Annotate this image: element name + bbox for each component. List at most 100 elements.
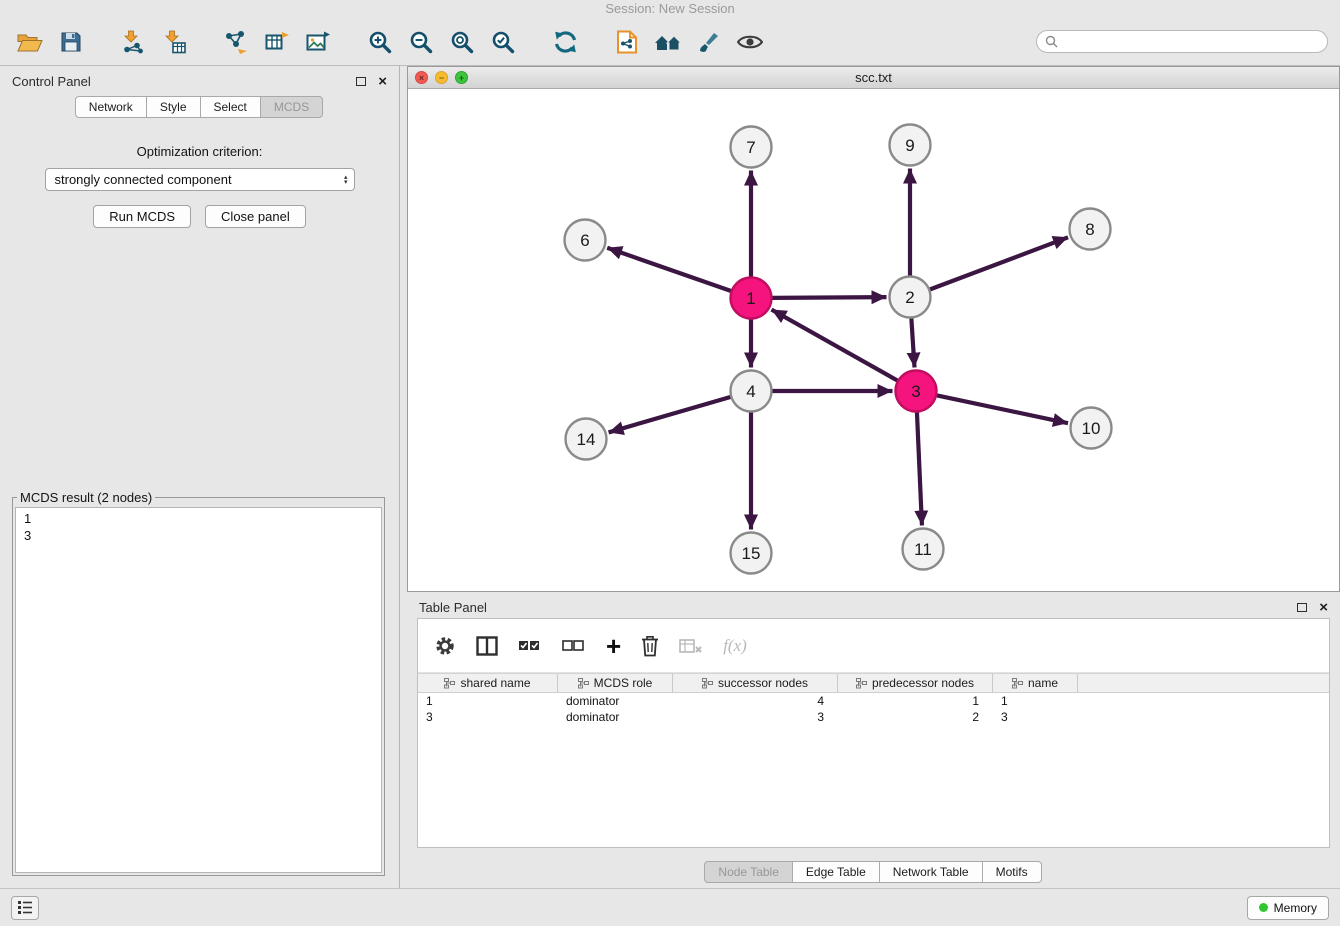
table-cell[interactable]: dominator (558, 694, 673, 708)
toolbar-separator (588, 41, 604, 42)
network-window-title: scc.txt (408, 70, 1339, 85)
zoom-selected-button[interactable] (485, 22, 521, 62)
memory-label: Memory (1274, 901, 1317, 915)
refresh-view-button[interactable] (547, 22, 583, 62)
close-table-panel-icon[interactable]: × (1319, 600, 1328, 615)
graph-edge-4-14[interactable] (609, 397, 731, 432)
table-cell[interactable]: 3 (993, 710, 1078, 724)
mcds-result-box[interactable]: 13 (15, 507, 382, 873)
search-input[interactable] (1063, 35, 1319, 49)
run-mcds-button[interactable]: Run MCDS (93, 205, 191, 228)
table-row[interactable]: 1dominator411 (418, 693, 1329, 709)
table-cell[interactable]: dominator (558, 710, 673, 724)
panel-splitter[interactable] (400, 66, 407, 888)
table-row[interactable]: 3dominator323 (418, 709, 1329, 725)
deselect-all-columns-button[interactable] (562, 637, 586, 655)
column-header-successor-nodes[interactable]: successor nodes (673, 674, 838, 692)
node-label: 7 (746, 138, 755, 157)
window-close-icon[interactable]: × (415, 71, 428, 84)
export-image-button[interactable] (300, 22, 336, 62)
select-all-columns-button[interactable] (518, 637, 542, 655)
graph-node-4[interactable]: 4 (731, 371, 772, 412)
show-columns-button[interactable] (476, 636, 498, 656)
window-zoom-icon[interactable]: + (455, 71, 468, 84)
column-header-shared-name[interactable]: shared name (418, 674, 558, 692)
apply-style-button[interactable] (691, 22, 727, 62)
show-hide-details-button[interactable] (732, 22, 768, 62)
tab-edge-table[interactable]: Edge Table (792, 861, 880, 883)
graph-node-2[interactable]: 2 (890, 277, 931, 318)
zoom-in-button[interactable] (362, 22, 398, 62)
delete-table-button[interactable] (679, 637, 703, 655)
close-panel-icon[interactable]: × (378, 74, 387, 89)
table-cell[interactable]: 2 (838, 710, 993, 724)
tab-mcds[interactable]: MCDS (260, 96, 323, 118)
graph-edge-3-11[interactable] (917, 412, 922, 525)
tab-select[interactable]: Select (200, 96, 261, 118)
window-minimize-icon[interactable]: − (435, 71, 448, 84)
table-settings-button[interactable] (434, 635, 456, 657)
graph-node-8[interactable]: 8 (1070, 209, 1111, 250)
delete-column-button[interactable] (641, 635, 659, 657)
graph-edge-1-2[interactable] (772, 297, 886, 298)
style-brush-icon (697, 30, 721, 54)
graph-edge-2-3[interactable] (911, 318, 914, 367)
graph-node-14[interactable]: 14 (566, 419, 607, 460)
float-table-panel-icon[interactable] (1297, 603, 1307, 612)
memory-button[interactable]: Memory (1247, 896, 1329, 920)
tab-motifs[interactable]: Motifs (982, 861, 1042, 883)
zoom-out-button[interactable] (403, 22, 439, 62)
graph-node-7[interactable]: 7 (731, 127, 772, 168)
close-panel-button[interactable]: Close panel (205, 205, 306, 228)
node-label: 9 (905, 136, 914, 155)
import-table-button[interactable] (156, 22, 192, 62)
import-network-icon (121, 30, 145, 54)
tab-network-table[interactable]: Network Table (879, 861, 983, 883)
column-header-MCDS-role[interactable]: MCDS role (558, 674, 673, 692)
network-canvas[interactable]: 7 9 6 8 1 2 4 3 14 10 15 11 (408, 89, 1339, 591)
zoom-out-icon (409, 30, 433, 54)
graph-node-15[interactable]: 15 (731, 533, 772, 574)
toggle-panels-button[interactable] (11, 896, 39, 920)
table-type-tabs: Node TableEdge TableNetwork TableMotifs (407, 861, 1340, 883)
graph-edge-3-1[interactable] (771, 310, 897, 381)
export-network-button[interactable] (218, 22, 254, 62)
mcds-result-title: MCDS result (2 nodes) (17, 490, 155, 505)
table-cell[interactable]: 3 (673, 710, 838, 724)
table-cell[interactable]: 3 (418, 710, 558, 724)
export-network-icon (224, 30, 248, 54)
table-cell[interactable]: 1 (993, 694, 1078, 708)
table-cell[interactable]: 1 (838, 694, 993, 708)
graph-edge-1-6[interactable] (607, 248, 731, 291)
tab-node-table[interactable]: Node Table (704, 861, 793, 883)
float-panel-icon[interactable] (356, 77, 366, 86)
document-share-button[interactable] (609, 22, 645, 62)
add-column-button[interactable]: + (606, 633, 621, 659)
open-session-button[interactable] (12, 22, 48, 62)
window-title: Session: New Session (605, 1, 734, 16)
graph-node-9[interactable]: 9 (890, 125, 931, 166)
graph-node-3[interactable]: 3 (896, 371, 937, 412)
export-table-button[interactable] (259, 22, 295, 62)
graph-node-10[interactable]: 10 (1071, 408, 1112, 449)
image-export-icon (306, 31, 330, 53)
table-cell[interactable]: 1 (418, 694, 558, 708)
graph-node-11[interactable]: 11 (903, 529, 944, 570)
save-session-button[interactable] (53, 22, 89, 62)
home-layout-button[interactable] (650, 22, 686, 62)
table-cell[interactable]: 4 (673, 694, 838, 708)
node-label: 15 (742, 544, 761, 563)
tab-network[interactable]: Network (75, 96, 147, 118)
graph-edge-3-10[interactable] (937, 395, 1068, 423)
import-network-button[interactable] (115, 22, 151, 62)
optimization-criterion-select[interactable]: strongly connected component ▴▾ (45, 168, 355, 191)
graph-edge-2-8[interactable] (930, 237, 1068, 289)
column-header-name[interactable]: name (993, 674, 1078, 692)
function-builder-button[interactable]: f(x) (723, 636, 747, 656)
zoom-fit-button[interactable] (444, 22, 480, 62)
tab-style[interactable]: Style (146, 96, 201, 118)
zoom-in-icon (368, 30, 392, 54)
graph-node-1[interactable]: 1 (731, 278, 772, 319)
column-header-predecessor-nodes[interactable]: predecessor nodes (838, 674, 993, 692)
graph-node-6[interactable]: 6 (565, 220, 606, 261)
